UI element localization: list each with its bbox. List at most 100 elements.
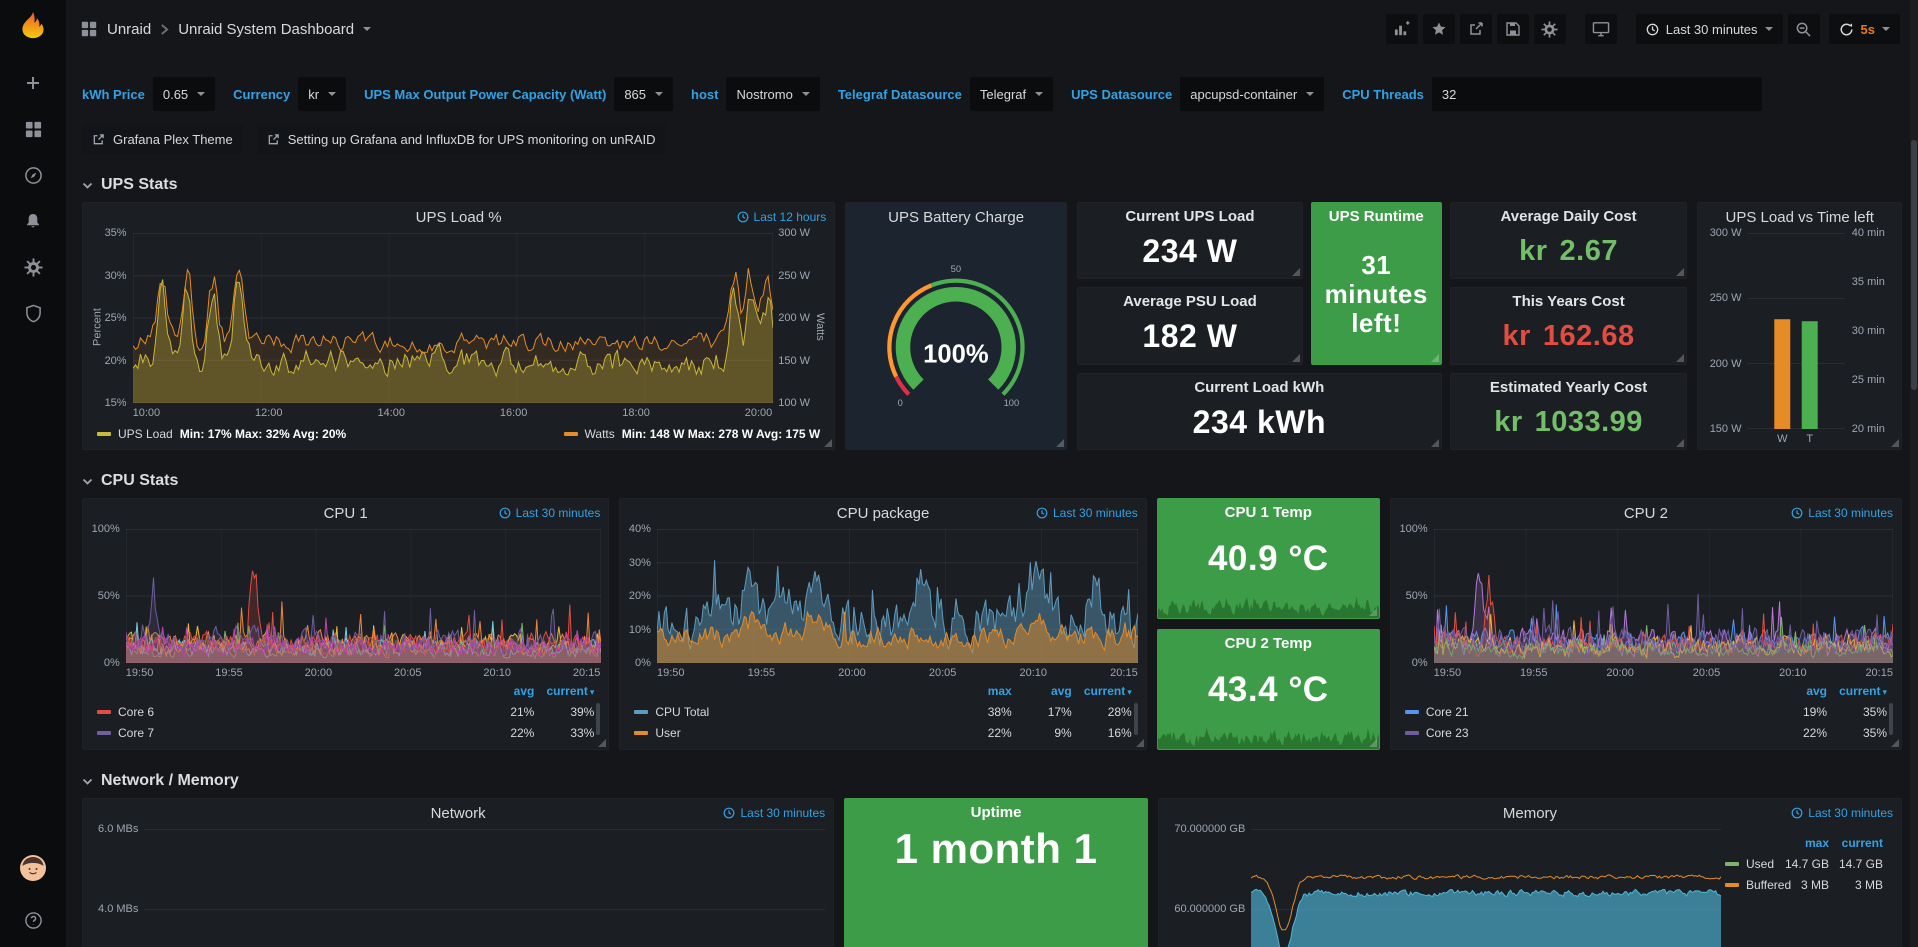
variable-dropdown[interactable]: 0.65 bbox=[153, 77, 215, 111]
sidebar-item-configuration[interactable] bbox=[11, 248, 55, 286]
legend-series[interactable]: UPS LoadMin: 17% Max: 32% Avg: 20% bbox=[97, 427, 346, 441]
plot-area[interactable] bbox=[144, 829, 825, 947]
graph-canvas[interactable] bbox=[133, 233, 773, 403]
graph-canvas[interactable] bbox=[1434, 529, 1893, 663]
panel-header[interactable]: UPS Battery Charge bbox=[846, 203, 1066, 231]
plot-area[interactable]: WT bbox=[1747, 233, 1845, 445]
legend-column-max[interactable]: max bbox=[952, 684, 1012, 698]
time-range-badge[interactable]: Last 30 minutes bbox=[499, 506, 601, 520]
panel-title[interactable]: Current UPS Load bbox=[1078, 208, 1302, 225]
panel-title[interactable]: Uptime bbox=[845, 804, 1147, 821]
panel-resize-handle[interactable] bbox=[1676, 439, 1684, 447]
share-button[interactable] bbox=[1460, 14, 1492, 44]
panel-title[interactable]: Current Load kWh bbox=[1078, 379, 1441, 396]
memory-chart[interactable]: 70.000000 GB60.000000 GB50.000000 GBmaxc… bbox=[1159, 827, 1901, 947]
scrollbar-thumb[interactable] bbox=[1911, 140, 1917, 390]
sidebar-item-server-admin[interactable] bbox=[11, 294, 55, 332]
panel-title[interactable]: UPS Runtime bbox=[1312, 208, 1441, 225]
caret-down-icon[interactable] bbox=[363, 27, 371, 31]
graph-canvas[interactable] bbox=[657, 529, 1138, 663]
legend-scrollbar[interactable] bbox=[1134, 703, 1138, 735]
bar-T[interactable] bbox=[1802, 321, 1818, 429]
variable-input[interactable]: 32 bbox=[1432, 77, 1762, 111]
variable-dropdown[interactable]: Nostromo bbox=[726, 77, 819, 111]
panel-resize-handle[interactable] bbox=[1431, 354, 1439, 362]
panel-resize-handle[interactable] bbox=[1891, 439, 1899, 447]
cpu2-chart[interactable]: 100%50%0%19:5019:5520:0020:0520:1020:15a… bbox=[1391, 527, 1901, 749]
time-range-badge[interactable]: Last 12 hours bbox=[737, 210, 827, 224]
cycle-view-button[interactable] bbox=[1585, 14, 1617, 44]
time-range-badge[interactable]: Last 30 minutes bbox=[1036, 506, 1138, 520]
page-scrollbar[interactable] bbox=[1910, 0, 1918, 947]
battery-gauge[interactable]: 050100100% bbox=[846, 231, 1066, 449]
legend-series[interactable]: Core 621%39% bbox=[97, 701, 594, 722]
panel-resize-handle[interactable] bbox=[1056, 439, 1064, 447]
legend-column-current[interactable]: current▾ bbox=[534, 684, 594, 698]
variable-dropdown[interactable]: 865 bbox=[614, 77, 673, 111]
row-toggle-ups-stats[interactable]: UPS Stats bbox=[82, 170, 1902, 200]
panel-title[interactable]: CPU 2 Temp bbox=[1158, 635, 1379, 652]
panel-header[interactable]: Network Last 30 minutes bbox=[83, 799, 833, 827]
legend-series[interactable]: WattsMin: 148 W Max: 278 W Avg: 175 W bbox=[564, 427, 821, 441]
plot-area[interactable] bbox=[1251, 829, 1721, 947]
legend-column-avg[interactable]: avg bbox=[1012, 684, 1072, 698]
time-range-badge[interactable]: Last 30 minutes bbox=[1791, 806, 1893, 820]
ups-bar-chart[interactable]: 300 W250 W200 W150 WWT40 min35 min30 min… bbox=[1698, 231, 1901, 449]
plot-area[interactable] bbox=[133, 233, 773, 403]
panel-resize-handle[interactable] bbox=[1676, 268, 1684, 276]
legend-series[interactable]: Buffered3 MB3 MB bbox=[1725, 874, 1883, 895]
legend-scrollbar[interactable] bbox=[596, 703, 600, 735]
time-range-picker[interactable]: Last 30 minutes bbox=[1636, 14, 1783, 44]
panel-header[interactable]: CPU 1 Last 30 minutes bbox=[83, 499, 608, 527]
bar-W[interactable] bbox=[1775, 319, 1791, 429]
star-button[interactable] bbox=[1423, 14, 1455, 44]
legend-series[interactable]: User22%9%16% bbox=[634, 722, 1131, 743]
sidebar-item-alerting[interactable] bbox=[11, 202, 55, 240]
panel-resize-handle[interactable] bbox=[1676, 354, 1684, 362]
panel-resize-handle[interactable] bbox=[1891, 739, 1899, 747]
cpu1-chart[interactable]: 100%50%0%19:5019:5520:0020:0520:1020:15a… bbox=[83, 527, 608, 749]
plot-area[interactable] bbox=[1434, 529, 1893, 663]
legend-column-current[interactable]: current▾ bbox=[1827, 684, 1887, 698]
legend-series[interactable]: Core 2322%35% bbox=[1405, 722, 1887, 743]
cpu-package-chart[interactable]: 40%30%20%10%0%19:5019:5520:0020:0520:102… bbox=[620, 527, 1145, 749]
panel-resize-handle[interactable] bbox=[598, 739, 606, 747]
sidebar-item-create[interactable] bbox=[11, 64, 55, 102]
panel-title[interactable]: Average PSU Load bbox=[1078, 293, 1302, 310]
legend-series[interactable]: Used14.7 GB14.7 GB bbox=[1725, 853, 1883, 874]
zoom-out-button[interactable] bbox=[1788, 14, 1820, 44]
legend-series[interactable]: Core 2119%35% bbox=[1405, 701, 1887, 722]
panel-title[interactable]: This Years Cost bbox=[1451, 293, 1687, 310]
legend-column-current[interactable]: current bbox=[1829, 836, 1883, 850]
legend-column-avg[interactable]: avg bbox=[1767, 684, 1827, 698]
breadcrumb-folder[interactable]: Unraid bbox=[107, 21, 151, 38]
dashboard-link-ups-guide[interactable]: Setting up Grafana and InfluxDB for UPS … bbox=[257, 124, 666, 154]
time-range-badge[interactable]: Last 30 minutes bbox=[1791, 506, 1893, 520]
row-toggle-network-memory[interactable]: Network / Memory bbox=[82, 766, 1902, 796]
panel-resize-handle[interactable] bbox=[1292, 268, 1300, 276]
row-toggle-cpu-stats[interactable]: CPU Stats bbox=[82, 466, 1902, 496]
panel-resize-handle[interactable] bbox=[1292, 354, 1300, 362]
variable-dropdown[interactable]: kr bbox=[298, 77, 346, 111]
legend-column-current[interactable]: current▾ bbox=[1072, 684, 1132, 698]
panel-resize-handle[interactable] bbox=[1431, 439, 1439, 447]
grafana-logo[interactable] bbox=[18, 10, 48, 40]
legend-column-avg[interactable]: avg bbox=[474, 684, 534, 698]
panel-header[interactable]: Memory Last 30 minutes bbox=[1159, 799, 1901, 827]
bar-canvas[interactable]: WT bbox=[1747, 233, 1845, 445]
breadcrumb-dashboard[interactable]: Unraid System Dashboard bbox=[178, 21, 354, 38]
panel-resize-handle[interactable] bbox=[1136, 739, 1144, 747]
panel-header[interactable]: UPS Load % Last 12 hours bbox=[83, 203, 834, 231]
panel-header[interactable]: CPU package Last 30 minutes bbox=[620, 499, 1145, 527]
legend-series[interactable]: CPU Total38%17%28% bbox=[634, 701, 1131, 722]
panel-resize-handle[interactable] bbox=[824, 439, 832, 447]
legend-scrollbar[interactable] bbox=[1889, 703, 1893, 735]
time-range-badge[interactable]: Last 30 minutes bbox=[723, 806, 825, 820]
add-panel-button[interactable] bbox=[1386, 14, 1418, 44]
panel-title[interactable]: CPU 1 Temp bbox=[1158, 504, 1379, 521]
gauge[interactable]: 050100100% bbox=[854, 233, 1058, 445]
help-button[interactable] bbox=[11, 901, 55, 939]
legend-column-max[interactable]: max bbox=[1775, 836, 1829, 850]
panel-resize-handle[interactable] bbox=[1369, 608, 1377, 616]
graph-canvas[interactable] bbox=[126, 529, 601, 663]
